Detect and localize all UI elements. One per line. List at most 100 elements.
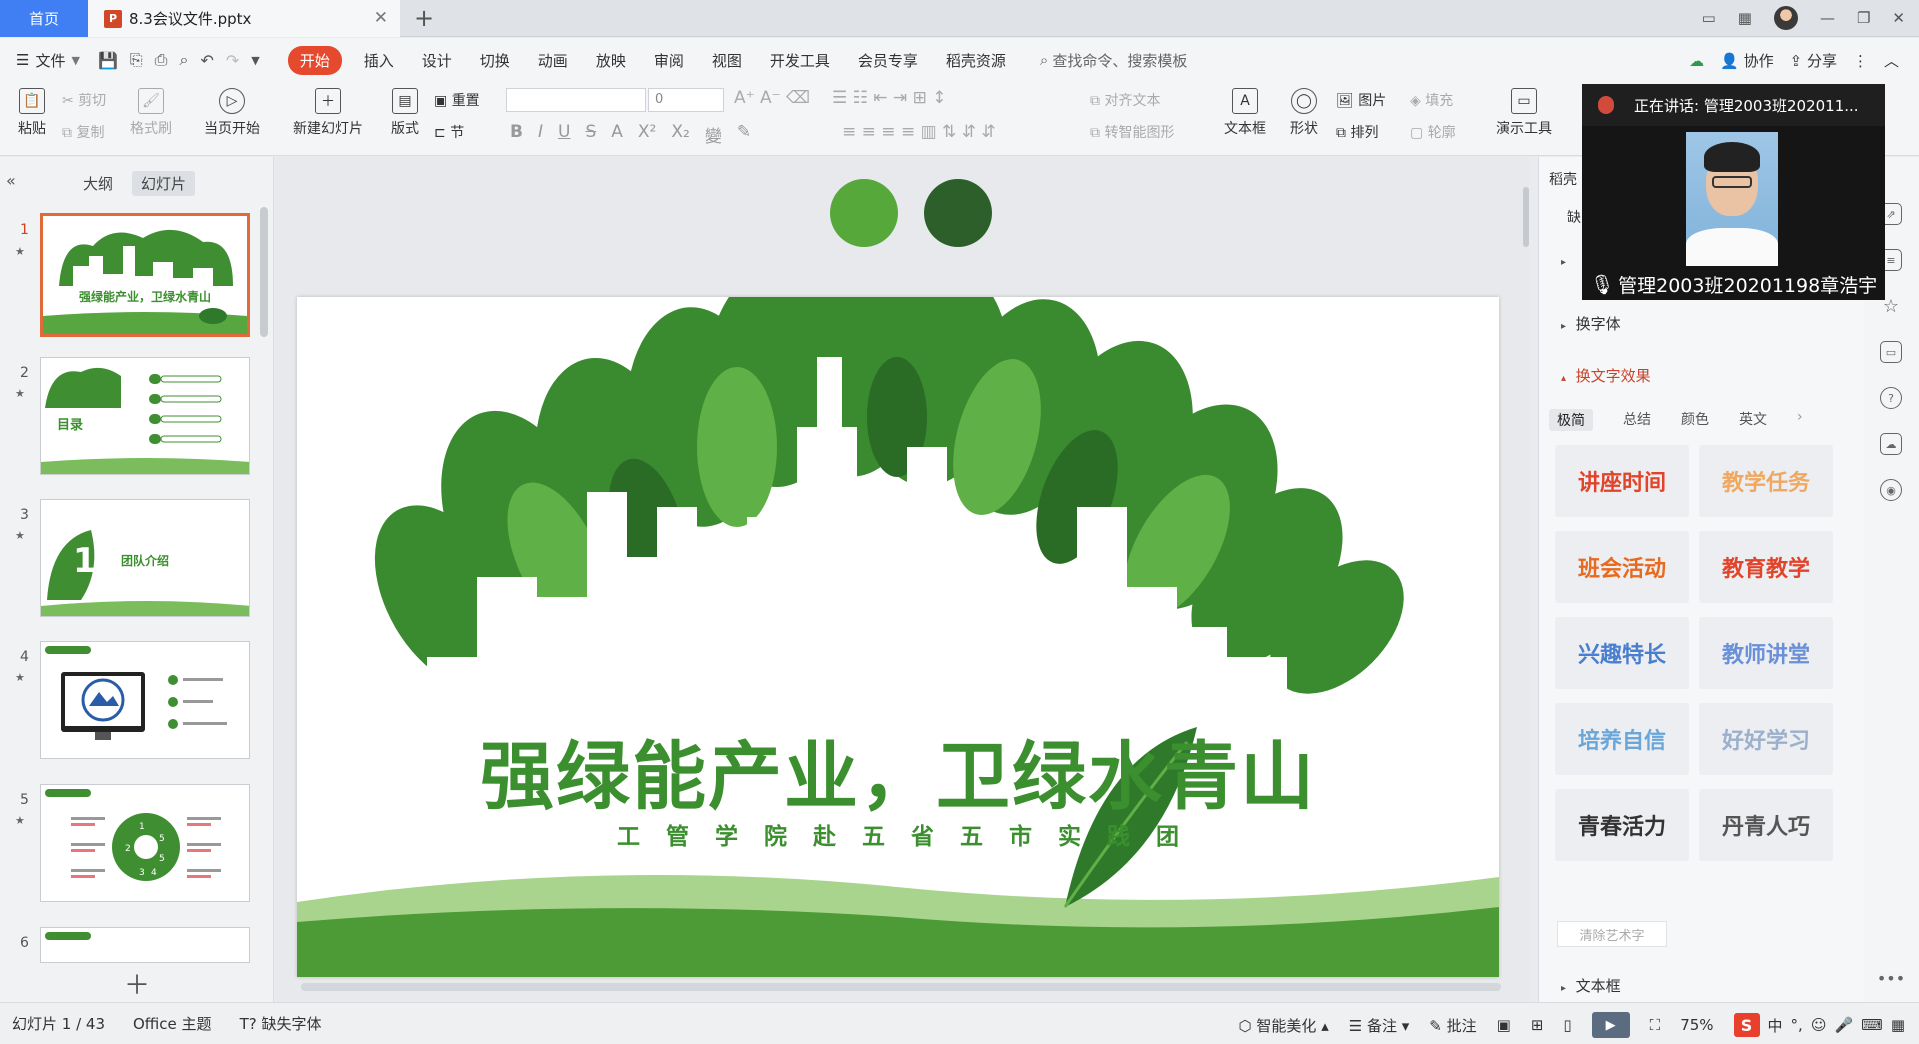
minimize-icon[interactable]: — (1820, 9, 1835, 27)
text-effects-row[interactable]: ▴ 换文字效果 (1561, 365, 1651, 386)
comments-button[interactable]: ✎ 批注 (1429, 1015, 1476, 1036)
menu-slideshow[interactable]: 放映 (596, 50, 626, 71)
restore-icon[interactable]: ❐ (1857, 9, 1870, 27)
collapse-ribbon-icon[interactable]: ︿ (1884, 50, 1899, 71)
menu-developer[interactable]: 开发工具 (770, 50, 830, 71)
layout-button[interactable]: ▤ 版式 (384, 88, 426, 138)
file-menu[interactable]: ☰ 文件 ▼ (16, 50, 80, 71)
art-text-tile[interactable]: 青春活力 (1555, 789, 1689, 861)
more-quick-icon[interactable]: ▼ (251, 54, 259, 67)
undo-icon[interactable]: ↶ (200, 51, 213, 70)
art-text-tile[interactable]: 兴趣特长 (1555, 617, 1689, 689)
effect-tab-minimal[interactable]: 极简 (1549, 409, 1593, 431)
menu-review[interactable]: 审阅 (654, 50, 684, 71)
slide-thumb-6[interactable] (40, 927, 250, 963)
location-icon[interactable]: ◉ (1880, 479, 1902, 501)
preview-icon[interactable]: ⌕ (179, 50, 188, 70)
slide-subtitle[interactable]: 工管学院赴五省五市实践团 (297, 817, 1499, 851)
slide-thumb-4[interactable] (40, 641, 250, 759)
fit-window-icon[interactable]: ⛶ (1650, 1016, 1661, 1034)
ime-punct-icon[interactable]: °, (1791, 1016, 1803, 1034)
grid-apps-icon[interactable]: ▦ (1738, 9, 1752, 27)
more-options-icon[interactable]: ⋮ (1853, 52, 1868, 70)
beautify-button[interactable]: ⬡ 智能美化 ▴ (1239, 1015, 1329, 1036)
zoom-level[interactable]: 75% (1680, 1016, 1713, 1034)
align-icons[interactable]: ≡ ≡ ≡ ≡ ▥ ⇅ ⇵ ⇵ (842, 122, 996, 142)
copy-button[interactable]: ⧉ 复制 (62, 122, 104, 142)
missing-font-button[interactable]: T? 缺失字体 (240, 1013, 322, 1034)
italic-icon[interactable]: I (538, 122, 543, 147)
notes-button[interactable]: ☰ 备注 ▾ (1349, 1015, 1410, 1036)
meeting-video-overlay[interactable]: 正在讲话: 管理2003班202011... 🎙 管理2003班20201198… (1582, 84, 1885, 300)
canvas-vertical-scrollbar[interactable] (1523, 187, 1529, 247)
font-size-select[interactable]: 0 (648, 88, 724, 112)
art-text-tile[interactable]: 好好学习 (1699, 703, 1833, 775)
share-button[interactable]: ⇪ 分享 (1790, 50, 1837, 71)
more-horizontal-icon[interactable]: ••• (1877, 967, 1905, 989)
arrange-button[interactable]: ⧉ 排列 (1336, 122, 1378, 142)
strikethrough-icon[interactable]: S (585, 122, 596, 147)
close-tab-icon[interactable]: ✕ (374, 8, 388, 28)
reset-button[interactable]: ▣ 重置 (434, 90, 480, 110)
menu-member[interactable]: 会员专享 (858, 50, 918, 71)
tab-document[interactable]: P 8.3会议文件.pptx ✕ (88, 0, 400, 37)
present-tools-button[interactable]: ▭ 演示工具 (1488, 88, 1560, 138)
shape-button[interactable]: ◯ 形状 (1280, 88, 1328, 138)
art-text-tile[interactable]: 教育教学 (1699, 531, 1833, 603)
phonetic-icon[interactable]: 變 (705, 122, 722, 147)
text-box-row[interactable]: ▸ 文本框 (1561, 975, 1621, 996)
print-icon[interactable]: ⎙ (155, 50, 168, 70)
normal-view-icon[interactable]: ▣ (1497, 1016, 1511, 1034)
user-avatar[interactable] (1773, 6, 1798, 30)
close-window-icon[interactable]: ✕ (1892, 9, 1905, 27)
ime-keyboard-icon[interactable]: ⌨ (1861, 1016, 1883, 1034)
text-box-button[interactable]: A 文本框 (1216, 88, 1274, 138)
effect-tab-english[interactable]: 英文 (1739, 409, 1767, 431)
tab-slides[interactable]: 幻灯片 (132, 171, 196, 196)
new-tab-icon[interactable]: + (414, 4, 434, 32)
clear-art-text-button[interactable]: 清除艺术字 (1557, 921, 1667, 947)
font-color-icon[interactable]: A (611, 122, 623, 147)
picture-button[interactable]: 🖼 图片 (1336, 90, 1386, 110)
canvas-horizontal-scrollbar[interactable] (301, 983, 1501, 991)
highlight-icon[interactable]: ✎ (737, 122, 751, 147)
layout-icon[interactable]: ▭ (1702, 9, 1716, 27)
help-icon[interactable]: ? (1880, 387, 1902, 409)
font-grow-icon[interactable]: A⁺ A⁻ ⌫ (734, 88, 810, 108)
expand-arrow-icon[interactable]: ▸ (1561, 257, 1566, 268)
add-slide-icon[interactable]: ＋ (124, 965, 150, 1002)
reading-view-icon[interactable]: ▯ (1563, 1016, 1571, 1034)
effect-tab-color[interactable]: 颜色 (1681, 409, 1709, 431)
art-text-tile[interactable]: 教学任务 (1699, 445, 1833, 517)
art-text-tile[interactable]: 丹青人巧 (1699, 789, 1833, 861)
font-family-select[interactable] (506, 88, 646, 112)
command-search[interactable]: ⌕ 查找命令、搜索模板 (1040, 50, 1187, 71)
cloud-sync-icon[interactable]: ☁ (1689, 52, 1704, 70)
ime-emoji-icon[interactable]: ☺ (1811, 1016, 1827, 1034)
bold-icon[interactable]: B (510, 122, 523, 147)
change-font-row[interactable]: ▸ 换字体 (1561, 313, 1621, 334)
format-painter-button[interactable]: 🖌 格式刷 (126, 88, 176, 138)
current-slide[interactable]: 强绿能产业，卫绿水青山 工管学院赴五省五市实践团 8.3 (297, 297, 1499, 977)
slide-thumb-1[interactable]: 强绿能产业，卫绿水青山 (40, 213, 250, 337)
art-text-tile[interactable]: 教师讲堂 (1699, 617, 1833, 689)
menu-docer[interactable]: 稻壳资源 (946, 50, 1006, 71)
tab-outline[interactable]: 大纲 (74, 171, 122, 196)
slide-title[interactable]: 强绿能产业，卫绿水青山 (297, 717, 1499, 824)
effect-tab-summary[interactable]: 总结 (1623, 409, 1651, 431)
menu-transitions[interactable]: 切换 (480, 50, 510, 71)
menu-home[interactable]: 开始 (287, 45, 342, 75)
slide-date[interactable]: 8.3 (1291, 859, 1328, 883)
sorter-view-icon[interactable]: ⊞ (1531, 1016, 1544, 1034)
slide-thumb-3[interactable]: 1 团队介绍 (40, 499, 250, 617)
ime-chinese-icon[interactable]: 中 (1768, 1015, 1783, 1036)
outline-button[interactable]: ▢ 轮廓 (1410, 122, 1456, 142)
list-icons[interactable]: ☰ ☷ ⇤ ⇥ ⊞ ↕ (832, 88, 946, 108)
ime-tools-icon[interactable]: ▦ (1891, 1016, 1905, 1034)
art-text-tile[interactable]: 培养自信 (1555, 703, 1689, 775)
smart-art-button[interactable]: ⧉ 转智能图形 (1090, 122, 1174, 142)
superscript-icon[interactable]: X² (638, 122, 656, 147)
fill-button[interactable]: ◈ 填充 (1410, 90, 1453, 110)
new-slide-button[interactable]: ＋ 新建幻灯片 (286, 88, 370, 138)
slide-thumb-2[interactable]: 目录 (40, 357, 250, 475)
